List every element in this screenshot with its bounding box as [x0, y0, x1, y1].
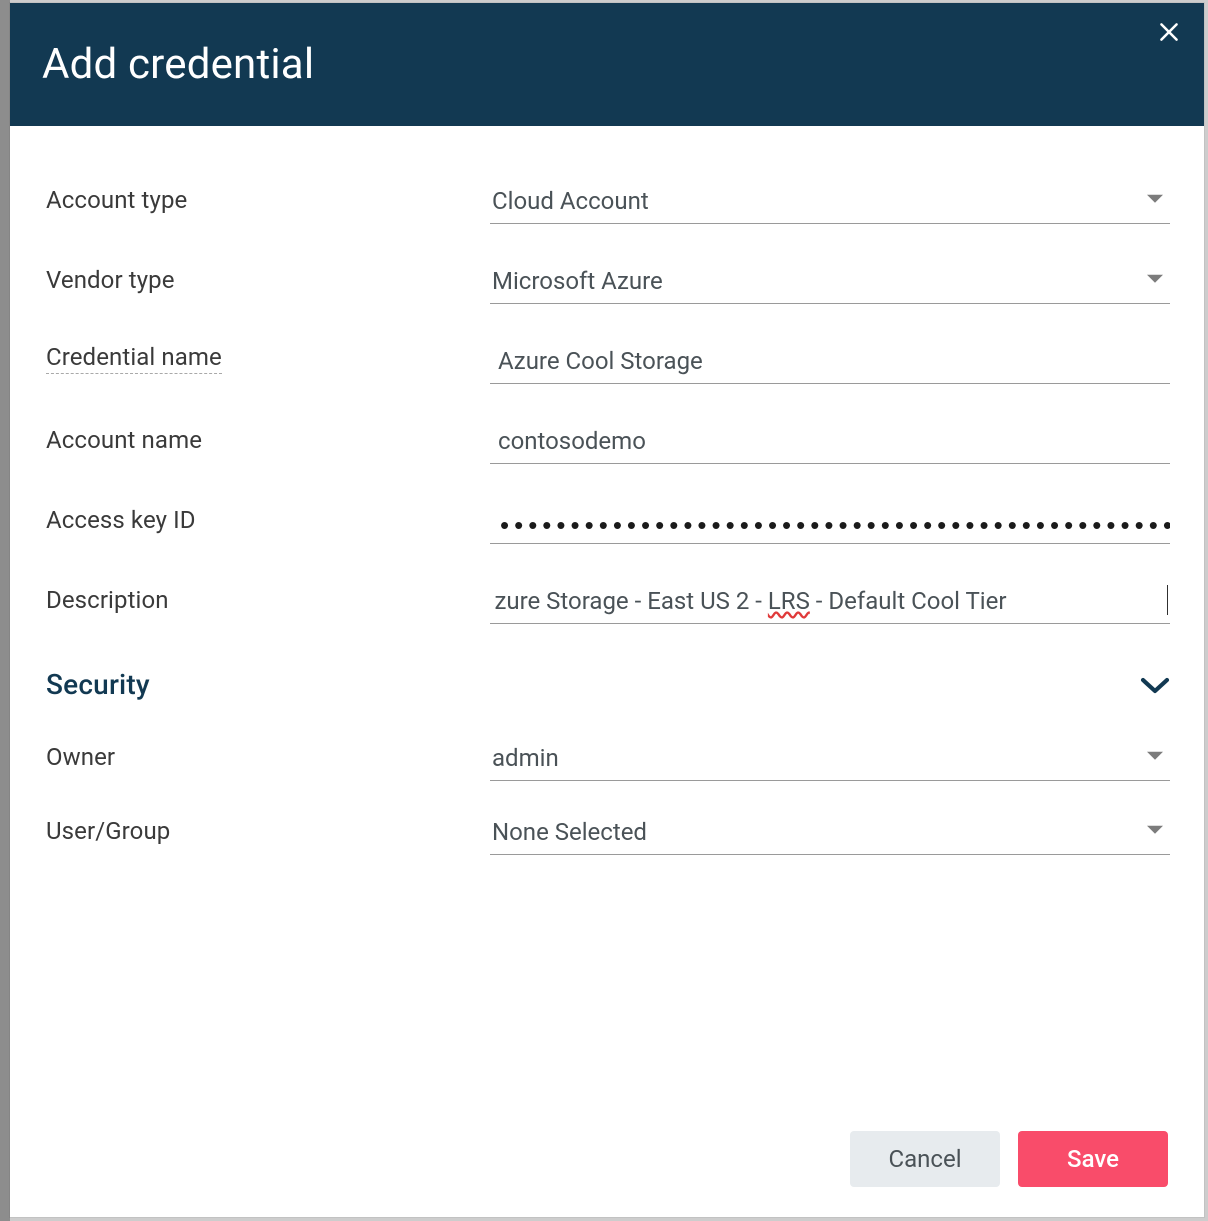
label-account-type: Account type: [46, 186, 490, 224]
description-part1: zure Storage - East US 2 -: [492, 587, 768, 615]
control-credential-name: [490, 341, 1170, 384]
label-user-group: User/Group: [46, 817, 490, 855]
row-vendor-type: Vendor type Microsoft Azure: [46, 224, 1170, 304]
row-owner: Owner admin: [46, 707, 1170, 781]
account-name-input[interactable]: [490, 421, 1170, 464]
row-account-type: Account type Cloud Account: [46, 144, 1170, 224]
row-user-group: User/Group None Selected: [46, 781, 1170, 855]
description-part2: - Default Cool Tier: [810, 587, 1007, 615]
control-access-key-id: ••••••••••••••••••••••••••••••••••••••••…: [490, 504, 1170, 544]
credential-name-input[interactable]: [490, 341, 1170, 384]
add-credential-modal: Add credential Account type Cloud Accoun…: [10, 3, 1204, 1217]
label-account-name: Account name: [46, 426, 490, 464]
owner-select[interactable]: admin: [490, 738, 1170, 781]
user-group-select[interactable]: None Selected: [490, 812, 1170, 855]
cancel-button[interactable]: Cancel: [850, 1131, 1000, 1187]
control-description: zure Storage - East US 2 - LRS - Default…: [490, 581, 1170, 624]
label-owner: Owner: [46, 743, 490, 781]
close-button[interactable]: [1156, 19, 1182, 45]
modal-backdrop-rail: [0, 0, 10, 1221]
modal-title: Add credential: [42, 40, 314, 89]
security-section-body: Owner admin User/Group None Selected: [46, 707, 1170, 855]
account-type-select[interactable]: Cloud Account: [490, 181, 1170, 224]
label-access-key-id: Access key ID: [46, 506, 490, 544]
save-button[interactable]: Save: [1018, 1131, 1168, 1187]
modal-header: Add credential: [10, 3, 1204, 126]
security-section-toggle[interactable]: Security: [46, 624, 1170, 707]
modal-body: Account type Cloud Account Vendor type M…: [10, 126, 1204, 1131]
chevron-down-icon: [1140, 676, 1170, 694]
control-owner: admin: [490, 738, 1170, 781]
label-description: Description: [46, 586, 490, 624]
control-account-type: Cloud Account: [490, 181, 1170, 224]
text-caret: [1167, 585, 1169, 615]
close-icon: [1156, 19, 1182, 45]
control-vendor-type: Microsoft Azure: [490, 261, 1170, 304]
row-account-name: Account name: [46, 384, 1170, 464]
security-section-title: Security: [46, 668, 150, 701]
description-input[interactable]: zure Storage - East US 2 - LRS - Default…: [490, 581, 1170, 624]
label-credential-name: Credential name: [46, 343, 490, 384]
row-credential-name: Credential name: [46, 304, 1170, 384]
label-vendor-type: Vendor type: [46, 266, 490, 304]
access-key-id-input[interactable]: ••••••••••••••••••••••••••••••••••••••••…: [490, 504, 1170, 544]
password-dots: ••••••••••••••••••••••••••••••••••••••••…: [500, 510, 1170, 541]
control-user-group: None Selected: [490, 812, 1170, 855]
control-account-name: [490, 421, 1170, 464]
row-description: Description zure Storage - East US 2 - L…: [46, 544, 1170, 624]
description-spellcheck: LRS: [768, 587, 810, 615]
vendor-type-select[interactable]: Microsoft Azure: [490, 261, 1170, 304]
modal-footer: Cancel Save: [10, 1131, 1204, 1217]
row-access-key-id: Access key ID ••••••••••••••••••••••••••…: [46, 464, 1170, 544]
